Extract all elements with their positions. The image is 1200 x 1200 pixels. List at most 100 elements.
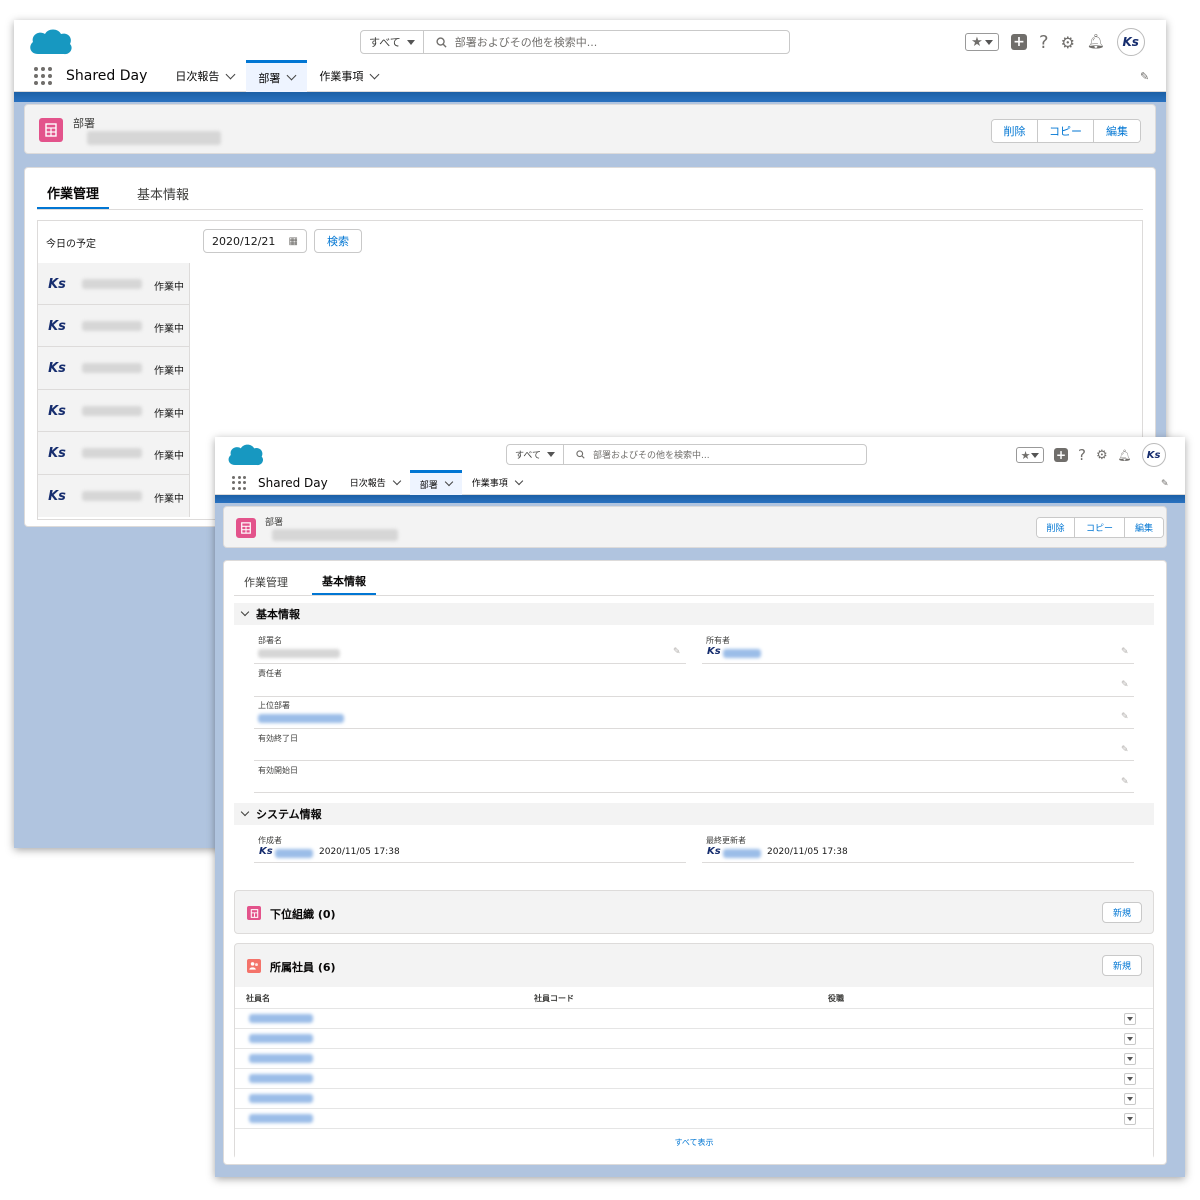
- owner-avatar: Ks: [707, 646, 721, 657]
- tab-work-management[interactable]: 作業管理: [37, 178, 110, 209]
- chevron-down-icon[interactable]: [369, 69, 380, 79]
- chevron-down-icon[interactable]: [240, 807, 250, 817]
- notification-bell-icon[interactable]: 🔔︎: [1118, 449, 1132, 462]
- search-scope-dropdown[interactable]: すべて: [361, 31, 424, 53]
- view-all-link[interactable]: すべて表示: [235, 1137, 1153, 1148]
- table-row[interactable]: [235, 1049, 1153, 1069]
- favorites-dropdown-icon[interactable]: [1031, 452, 1040, 458]
- employee-name-redacted[interactable]: [249, 1054, 313, 1063]
- chevron-down-icon[interactable]: [514, 476, 524, 485]
- list-item[interactable]: Ks 作業中: [38, 347, 190, 390]
- salesforce-cloud-icon[interactable]: [26, 26, 74, 58]
- row-action-dropdown[interactable]: [1124, 1033, 1136, 1045]
- favorites-star-icon[interactable]: ★: [965, 33, 999, 51]
- column-header[interactable]: 社員コード: [534, 993, 574, 1004]
- new-sub-org-button[interactable]: 新規: [1102, 902, 1142, 923]
- global-add-icon[interactable]: +: [1054, 448, 1068, 462]
- new-member-button[interactable]: 新規: [1102, 955, 1142, 976]
- table-row[interactable]: [235, 1009, 1153, 1029]
- nav-item-work-items[interactable]: 作業事項: [462, 470, 532, 495]
- column-header[interactable]: 役職: [828, 993, 844, 1004]
- nav-item-department[interactable]: 部署: [246, 60, 308, 92]
- copy-button[interactable]: コピー: [1038, 120, 1094, 142]
- list-item[interactable]: Ks 作業中: [38, 475, 190, 517]
- chevron-down-icon[interactable]: [240, 607, 250, 617]
- list-item[interactable]: Ks 作業中: [38, 390, 190, 432]
- tab-work-management[interactable]: 作業管理: [234, 568, 298, 595]
- employee-name-redacted[interactable]: [249, 1114, 313, 1123]
- field-value-modifier-redacted[interactable]: [723, 849, 761, 858]
- favorites-dropdown-icon[interactable]: [984, 39, 993, 45]
- tab-basic-info[interactable]: 基本情報: [127, 178, 199, 209]
- tab-basic-info[interactable]: 基本情報: [312, 568, 376, 595]
- table-row[interactable]: [235, 1069, 1153, 1089]
- table-row[interactable]: [235, 1109, 1153, 1129]
- chevron-down-icon[interactable]: [286, 70, 297, 81]
- user-avatar[interactable]: Ks: [1141, 443, 1166, 467]
- edit-button[interactable]: 編集: [1125, 518, 1163, 537]
- schedule-search-button[interactable]: 検索: [314, 229, 362, 253]
- list-item[interactable]: Ks 作業中: [38, 432, 190, 475]
- edit-pencil-icon[interactable]: ✎: [1121, 777, 1129, 787]
- nav-item-work-items[interactable]: 作業事項: [307, 60, 390, 92]
- global-search[interactable]: すべて 部署およびその他を検索中...: [506, 444, 867, 465]
- delete-button[interactable]: 削除: [992, 120, 1038, 142]
- edit-nav-pencil-icon[interactable]: ✎: [1140, 70, 1149, 83]
- edit-pencil-icon[interactable]: ✎: [1121, 647, 1129, 657]
- search-input[interactable]: 部署およびその他を検索中...: [424, 34, 610, 50]
- help-icon[interactable]: ?: [1078, 446, 1086, 464]
- favorites-star-icon[interactable]: ★: [1016, 447, 1044, 463]
- edit-pencil-icon[interactable]: ✎: [1121, 745, 1129, 755]
- setup-gear-icon[interactable]: ⚙: [1061, 33, 1075, 52]
- row-divider: [235, 1128, 1153, 1129]
- edit-pencil-icon[interactable]: ✎: [1121, 680, 1129, 690]
- setup-gear-icon[interactable]: ⚙: [1096, 448, 1108, 463]
- global-add-icon[interactable]: +: [1011, 34, 1027, 50]
- app-launcher[interactable]: [34, 60, 62, 92]
- date-input[interactable]: 2020/12/21 ▦: [203, 229, 307, 253]
- help-icon[interactable]: ?: [1039, 32, 1049, 53]
- calendar-icon[interactable]: ▦: [289, 236, 298, 247]
- member-name-redacted: [82, 363, 142, 373]
- nav-item-department[interactable]: 部署: [409, 470, 462, 495]
- edit-pencil-icon[interactable]: ✎: [673, 647, 681, 657]
- chevron-down-icon[interactable]: [392, 476, 402, 485]
- employee-name-redacted[interactable]: [249, 1014, 313, 1023]
- field-value-creator-redacted[interactable]: [275, 849, 313, 858]
- employee-name-redacted[interactable]: [249, 1034, 313, 1043]
- row-action-dropdown[interactable]: [1124, 1073, 1136, 1085]
- delete-button[interactable]: 削除: [1037, 518, 1075, 537]
- search-input[interactable]: 部署およびその他を検索中...: [564, 448, 722, 461]
- chevron-down-icon[interactable]: [444, 477, 454, 487]
- creator-avatar: Ks: [259, 846, 273, 857]
- chevron-down-icon[interactable]: [225, 69, 236, 79]
- row-action-dropdown[interactable]: [1124, 1053, 1136, 1065]
- row-action-dropdown[interactable]: [1124, 1093, 1136, 1105]
- edit-pencil-icon[interactable]: ✎: [1121, 712, 1129, 722]
- nav-item-daily-report[interactable]: 日次報告: [163, 60, 246, 92]
- employee-name-redacted[interactable]: [249, 1074, 313, 1083]
- employee-name-redacted[interactable]: [249, 1094, 313, 1103]
- row-action-dropdown[interactable]: [1124, 1013, 1136, 1025]
- edit-nav-pencil-icon[interactable]: ✎: [1161, 479, 1169, 489]
- list-item[interactable]: Ks 作業中: [38, 263, 190, 305]
- member-status: 作業中: [154, 409, 184, 420]
- field-value-parent-dept-redacted[interactable]: [258, 714, 344, 723]
- search-scope-dropdown[interactable]: すべて: [507, 445, 565, 464]
- table-row[interactable]: [235, 1089, 1153, 1109]
- row-action-dropdown[interactable]: [1124, 1113, 1136, 1125]
- user-avatar[interactable]: Ks: [1116, 28, 1145, 56]
- section-system-info[interactable]: システム情報: [234, 803, 1154, 825]
- edit-button[interactable]: 編集: [1094, 120, 1140, 142]
- notification-bell-icon[interactable]: 🔔︎: [1087, 34, 1105, 50]
- copy-button[interactable]: コピー: [1075, 518, 1125, 537]
- salesforce-cloud-icon[interactable]: [225, 441, 265, 469]
- list-item[interactable]: Ks 作業中: [38, 305, 190, 347]
- table-row[interactable]: [235, 1029, 1153, 1049]
- section-basic-info[interactable]: 基本情報: [234, 603, 1154, 625]
- nav-item-daily-report[interactable]: 日次報告: [340, 470, 410, 495]
- field-value-owner-redacted[interactable]: [723, 649, 761, 658]
- app-launcher[interactable]: [232, 470, 254, 495]
- column-header[interactable]: 社員名: [246, 993, 270, 1004]
- global-search[interactable]: すべて 部署およびその他を検索中...: [360, 30, 790, 54]
